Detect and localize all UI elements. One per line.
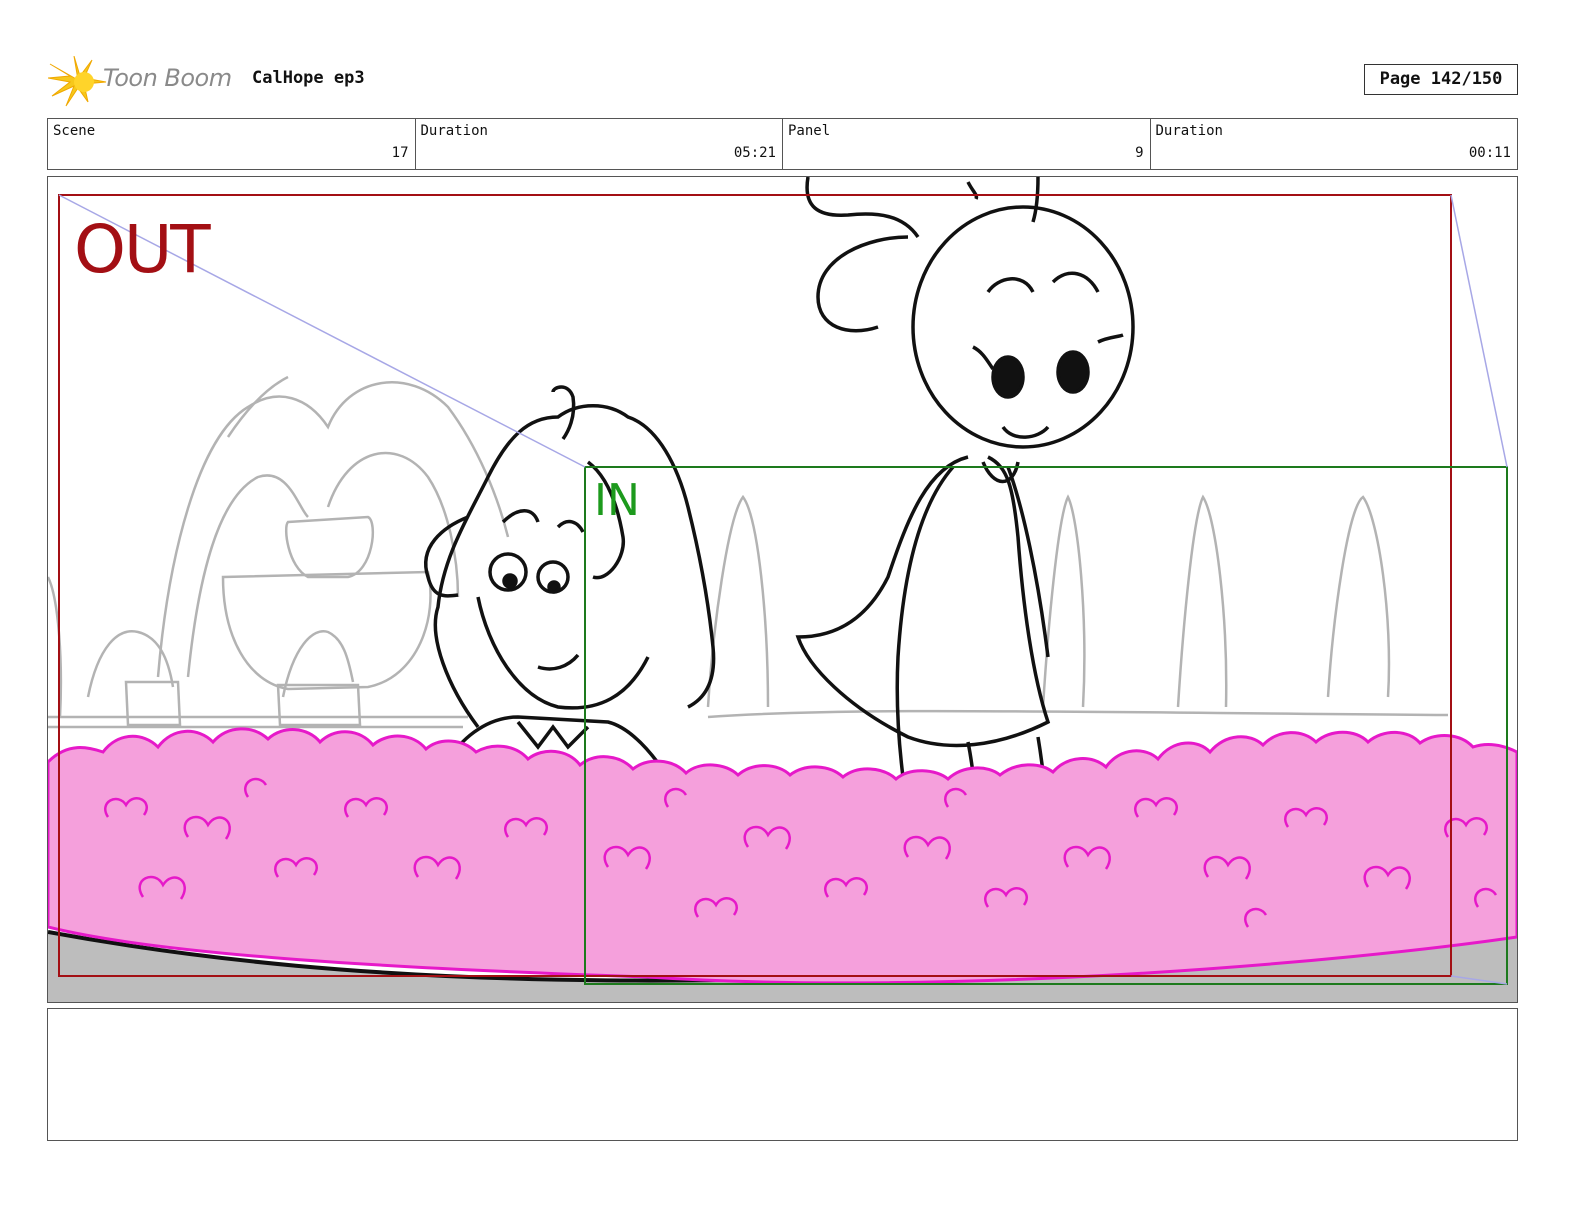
- panel-duration-cell: Duration 00:11: [1151, 119, 1518, 169]
- panel-notes-box: [47, 1008, 1518, 1141]
- boy-character: [424, 385, 716, 778]
- page-number: Page 142/150: [1364, 64, 1518, 95]
- project-title: CalHope ep3: [252, 68, 365, 88]
- scene-value: 17: [391, 145, 409, 161]
- trees-sketch: [706, 494, 1449, 719]
- toon-boom-logo: Toon Boom: [47, 55, 243, 108]
- scene-duration-label: Duration: [420, 123, 488, 139]
- starburst-icon: [47, 55, 107, 107]
- out-label: OUT: [74, 211, 211, 288]
- scene-info-table: Scene 17 Duration 05:21 Panel 9 Duration…: [47, 118, 1518, 170]
- panel-sketch: [48, 177, 1517, 1002]
- panel-label: Panel: [788, 123, 831, 139]
- panel-duration-value: 00:11: [1468, 145, 1511, 161]
- girl-character: [795, 177, 1135, 828]
- camera-move-line-right: [1450, 194, 1508, 468]
- panel-value: 9: [1135, 145, 1144, 161]
- scene-cell: Scene 17: [48, 119, 416, 169]
- scene-duration-cell: Duration 05:21: [416, 119, 783, 169]
- page-header: Toon Boom CalHope ep3 Page 142/150: [47, 52, 1518, 108]
- in-label: IN: [594, 475, 640, 526]
- logo-text: Toon Boom: [103, 64, 232, 92]
- pink-bushes: [48, 727, 1517, 985]
- scene-label: Scene: [53, 123, 96, 139]
- scene-duration-value: 05:21: [733, 145, 776, 161]
- panel-duration-label: Duration: [1155, 123, 1223, 139]
- panel-cell: Panel 9: [783, 119, 1151, 169]
- fountain-sketch: [48, 375, 510, 729]
- storyboard-panel: OUT IN: [47, 176, 1518, 1003]
